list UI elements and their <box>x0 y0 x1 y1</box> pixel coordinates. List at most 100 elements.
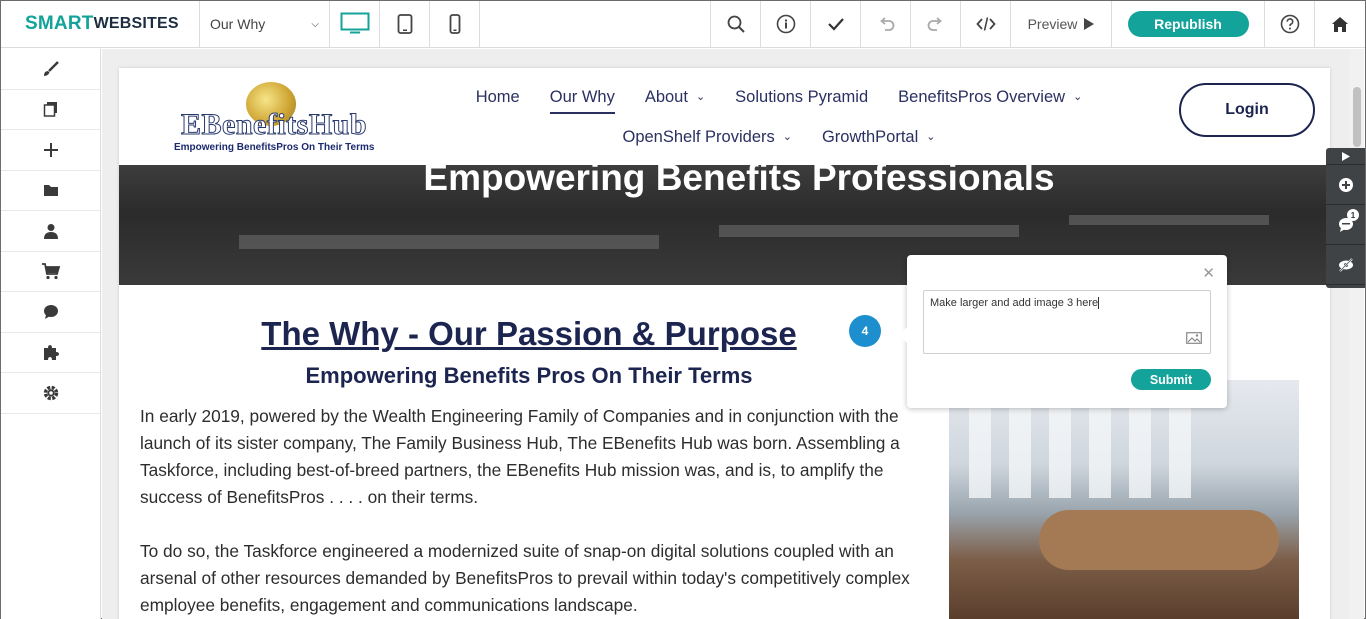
undo-button[interactable] <box>861 1 911 47</box>
comment-marker[interactable]: 4 <box>849 315 881 347</box>
mobile-icon <box>449 14 460 34</box>
image-attach-icon[interactable] <box>1186 332 1202 347</box>
comment-popup: ✕ Make larger and add image 3 here Submi… <box>899 255 1227 408</box>
panel-toggle[interactable] <box>1326 148 1365 165</box>
redo-button[interactable] <box>911 1 961 47</box>
info-button[interactable] <box>761 1 811 47</box>
brand-logo: SMART WEBSITES <box>1 1 200 47</box>
comment-count-badge: 1 <box>1347 209 1359 221</box>
logo-title: EBenefitsHub <box>180 108 368 142</box>
home-button[interactable] <box>1315 1 1365 47</box>
page-select[interactable]: Our Why ⌵ <box>200 1 330 47</box>
site-logo[interactable]: EBenefitsHub Empowering BenefitsPros On … <box>174 80 404 158</box>
popup-arrow <box>899 327 907 343</box>
store-tool-button[interactable] <box>1 252 100 292</box>
editor-toolbar: SMART WEBSITES Our Why ⌵ Preview Republis… <box>1 1 1365 48</box>
search-icon <box>727 15 745 33</box>
comments-list-button[interactable]: 1 <box>1326 205 1365 245</box>
submit-comment-button[interactable]: Submit <box>1131 369 1211 390</box>
paragraph-1: In early 2019, powered by the Wealth Eng… <box>140 406 900 507</box>
pages-icon <box>43 102 57 117</box>
nav-label-about: About <box>644 88 688 106</box>
eye-off-icon <box>1338 257 1353 272</box>
comment-input[interactable]: Make larger and add image 3 here <box>923 290 1211 354</box>
apps-tool-button[interactable] <box>1 333 100 373</box>
chevron-down-icon: ⌄ <box>782 131 792 143</box>
files-tool-button[interactable] <box>1 171 100 211</box>
preview-label: Preview <box>1027 16 1078 32</box>
user-icon <box>43 223 58 239</box>
republish-container: Republish <box>1112 1 1265 47</box>
add-comment-button[interactable] <box>1326 165 1365 205</box>
close-icon[interactable]: ✕ <box>1202 264 1215 282</box>
nav-item-growthportal[interactable]: GrowthPortal ⌄ <box>822 128 936 147</box>
chat-icon <box>43 304 58 319</box>
meeting-photo[interactable] <box>949 380 1299 619</box>
code-button[interactable] <box>961 1 1011 47</box>
home-icon <box>1332 16 1348 32</box>
photo-detail <box>969 398 991 498</box>
hero-title: Empowering Benefits Professionals <box>423 165 1055 198</box>
canvas-scrollbar[interactable] <box>1350 49 1364 619</box>
hero-image-detail <box>1069 215 1269 225</box>
comments-tool-button[interactable] <box>1 292 100 333</box>
republish-button[interactable]: Republish <box>1127 11 1249 37</box>
text-cursor <box>1098 297 1100 309</box>
nav-label-benefitspros-overview: BenefitsPros Overview <box>898 88 1066 106</box>
undo-icon <box>879 17 894 31</box>
nav-item-about[interactable]: About ⌄ <box>645 88 705 114</box>
photo-detail <box>1039 510 1279 570</box>
chevron-down-icon: ⌄ <box>695 91 706 103</box>
logo-tagline: Empowering BenefitsPros On Their Terms <box>174 142 375 153</box>
pages-tool-button[interactable] <box>1 90 100 130</box>
page-select-value: Our Why <box>210 16 266 32</box>
help-icon <box>1280 14 1299 34</box>
floating-tools-panel: 1 <box>1326 148 1365 288</box>
mobile-view-button[interactable] <box>430 1 480 47</box>
nav-item-benefitspros-overview[interactable]: BenefitsPros Overview ⌄ <box>898 88 1082 114</box>
photo-detail <box>1049 398 1071 498</box>
desktop-view-button[interactable] <box>330 1 380 47</box>
info-icon <box>776 14 795 34</box>
scrollbar-thumb[interactable] <box>1353 87 1361 147</box>
nav-row-2: OpenShelf Providers ⌄ GrowthPortal ⌄ <box>459 128 1099 147</box>
nav-item-openshelf-providers[interactable]: OpenShelf Providers ⌄ <box>623 128 792 147</box>
hide-comments-button[interactable] <box>1326 245 1365 285</box>
login-button[interactable]: Login <box>1179 83 1315 137</box>
help-button[interactable] <box>1265 1 1315 47</box>
redo-icon <box>927 17 942 31</box>
nav-label-openshelf-providers: OpenShelf Providers <box>622 128 775 146</box>
brand-websites: WEBSITES <box>93 15 179 32</box>
confirm-button[interactable] <box>811 1 861 47</box>
search-button[interactable] <box>711 1 761 47</box>
hero-image-detail <box>719 225 1019 237</box>
brush-icon <box>43 60 59 76</box>
play-icon <box>1084 18 1095 30</box>
settings-tool-button[interactable] <box>1 373 100 414</box>
folder-icon <box>43 185 58 197</box>
settings-icon <box>43 385 58 400</box>
photo-detail <box>1129 398 1151 498</box>
desktop-icon <box>340 12 369 34</box>
nav-item-home[interactable]: Home <box>476 88 520 114</box>
play-icon <box>1341 151 1350 161</box>
photo-detail <box>1169 398 1191 498</box>
chevron-down-icon: ⌵ <box>311 18 319 30</box>
preview-button[interactable]: Preview <box>1011 1 1112 47</box>
cart-icon <box>41 263 60 280</box>
chevron-down-icon: ⌄ <box>1073 91 1083 103</box>
page-subheading: Empowering Benefits Pros On Their Terms <box>305 363 753 388</box>
photo-detail <box>1089 398 1111 498</box>
nav-label-growthportal: GrowthPortal <box>821 128 919 146</box>
members-tool-button[interactable] <box>1 211 100 252</box>
nav-item-our-why[interactable]: Our Why <box>549 88 615 114</box>
add-element-button[interactable] <box>1 130 100 171</box>
nav-item-solutions-pyramid[interactable]: Solutions Pyramid <box>735 88 868 114</box>
hero-image-detail <box>239 235 659 249</box>
editor-sidebar <box>1 49 101 619</box>
comment-text: Make larger and add image 3 here <box>930 297 1099 309</box>
tablet-view-button[interactable] <box>380 1 430 47</box>
design-tool-button[interactable] <box>1 49 100 90</box>
brand-smart: SMART <box>25 13 94 34</box>
photo-detail <box>1009 398 1031 498</box>
